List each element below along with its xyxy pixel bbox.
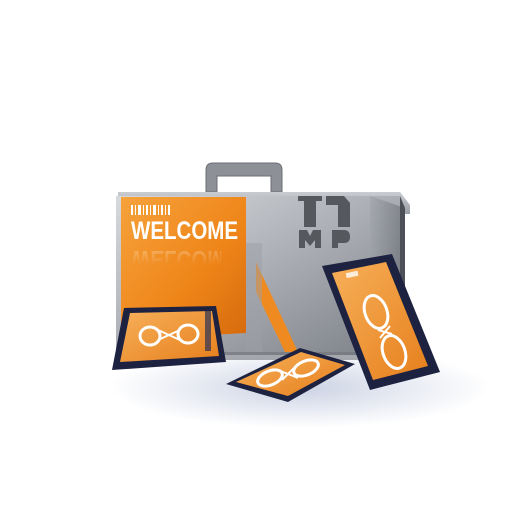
case-illustration: [110, 162, 490, 428]
welcome-label-reflection: WELCOME: [131, 245, 239, 273]
welcome-label: WELCOME: [131, 217, 239, 245]
card-left: [112, 306, 226, 370]
product-stage: WELCOME WELCOME: [0, 0, 512, 512]
handle-shape: [205, 162, 283, 193]
